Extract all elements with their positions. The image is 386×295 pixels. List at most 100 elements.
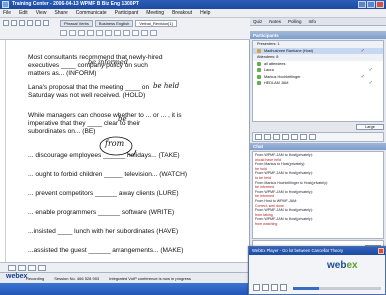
participants-title[interactable]: Participants	[250, 32, 386, 39]
no-icon[interactable]	[273, 134, 280, 140]
thumbnail-icon[interactable]	[150, 30, 157, 36]
away-icon[interactable]	[309, 134, 316, 140]
audio-status: Integrated VoIP conference is now in pro…	[109, 276, 191, 281]
participants-footer: Large	[252, 123, 384, 131]
webex-logo: webex	[6, 273, 28, 280]
player-title: WebEx Player - Go lot between Cancellat …	[249, 247, 385, 255]
margin-line	[5, 40, 6, 262]
panel-tabs: Quiz Notes Polling Info	[250, 18, 386, 26]
attendee-icon	[257, 68, 261, 73]
chat-title[interactable]: Chat	[250, 143, 386, 150]
tab-info[interactable]: Info	[309, 18, 317, 25]
eraser-icon[interactable]	[114, 30, 121, 36]
document-tabs: Phrasal Verbs Business English Verbal_Re…	[60, 20, 177, 27]
next-page-icon[interactable]	[18, 265, 26, 271]
toolbar-icons	[3, 20, 49, 26]
raise-hand-icon[interactable]	[255, 134, 262, 140]
menu-meeting[interactable]: Meeting	[146, 9, 164, 17]
whiteboard-content[interactable]: Most consultants recommend that newly-hi…	[0, 40, 250, 262]
highlighter-icon[interactable]	[96, 30, 103, 36]
right-panel: Quiz Notes Polling Info Participants Pre…	[250, 18, 386, 272]
close-button[interactable]	[376, 1, 384, 8]
menu-communicate[interactable]: Communicate	[76, 9, 107, 17]
handwritten-be: be	[118, 115, 127, 123]
tab-quiz[interactable]: Quiz	[253, 18, 262, 25]
window-title-bar: Training Center - 2006-04-13 WPMF B Biz …	[0, 0, 386, 9]
attendee-icon	[257, 74, 261, 79]
handwritten-circle-icon	[99, 136, 137, 156]
menu-view[interactable]: View	[36, 9, 47, 17]
volume-icon[interactable]	[280, 284, 287, 291]
new-icon[interactable]	[3, 20, 9, 26]
laugh-icon[interactable]	[282, 134, 289, 140]
window-title: Training Center - 2006-04-13 WPMF B Biz …	[12, 1, 139, 7]
exercise-line-5: Saturday was not well received. (HOLD)	[28, 92, 146, 99]
page-nav-icon[interactable]	[132, 30, 139, 36]
menu-bar: File Edit View Share Communicate Partici…	[0, 9, 386, 18]
tab-notes[interactable]: Notes	[269, 18, 281, 25]
chat-line: from watching	[255, 221, 278, 226]
menu-help[interactable]: Help	[200, 9, 210, 17]
window-controls	[358, 1, 384, 8]
speed-icon[interactable]	[300, 134, 307, 140]
menu-file[interactable]: File	[3, 9, 11, 17]
menu-edit[interactable]: Edit	[19, 9, 28, 17]
exercise-line-3: matters as... (INFORM)	[28, 70, 97, 77]
player-progress-bar[interactable]	[293, 287, 381, 290]
app-icon	[2, 1, 9, 8]
menu-participant[interactable]: Participant	[115, 9, 139, 17]
attendee-icon	[257, 81, 261, 86]
annotation-tools	[60, 30, 157, 36]
panel-tools	[252, 132, 384, 142]
size-dropdown[interactable]: Large	[356, 124, 384, 130]
participant-row[interactable]: HEDLAM JAM ✓	[253, 80, 383, 87]
sync-icon[interactable]	[38, 265, 46, 271]
rectangle-tool-icon[interactable]	[87, 30, 94, 36]
exercise-line-14: ...assisted the guest ______ arrangement…	[28, 247, 184, 254]
open-icon[interactable]	[11, 20, 17, 26]
save-icon[interactable]	[19, 20, 25, 26]
recording-status: Recording	[26, 276, 45, 281]
handwritten-be-informed: be informed	[88, 58, 128, 66]
maximize-button[interactable]	[367, 1, 375, 8]
prev-page-icon[interactable]	[8, 265, 16, 271]
player-progress-fill	[293, 287, 320, 290]
play-icon[interactable]	[253, 284, 260, 291]
menu-breakout[interactable]: Breakout	[172, 9, 192, 17]
tab-polling[interactable]: Polling	[288, 18, 302, 25]
redo-icon[interactable]	[43, 20, 49, 26]
text-tool-icon[interactable]	[69, 30, 76, 36]
exercise-line-8: subordinates on... (BE)	[28, 128, 96, 135]
stop-icon[interactable]	[271, 284, 278, 291]
handwritten-be-held: be held	[153, 82, 180, 90]
pointer-icon[interactable]	[60, 30, 67, 36]
color-picker-icon[interactable]	[105, 30, 112, 36]
exercise-line-4: Lana's proposal that the meeting ____ on	[28, 84, 150, 91]
minimize-button[interactable]	[358, 1, 366, 8]
whiteboard-bottom-bar	[0, 262, 250, 272]
yes-icon[interactable]	[264, 134, 271, 140]
player-logo: webex	[327, 260, 358, 271]
menu-share[interactable]: Share	[54, 9, 67, 17]
exercise-line-6: While managers can choose whether to ...…	[28, 112, 182, 119]
tab-business-english[interactable]: Business English	[94, 20, 134, 27]
session-number: Session No. 466 528 903	[54, 276, 100, 281]
fit-page-icon[interactable]	[141, 30, 148, 36]
zoom-icon[interactable]	[123, 30, 130, 36]
print-icon[interactable]	[27, 20, 33, 26]
line-tool-icon[interactable]	[78, 30, 85, 36]
bottom-bar-icons	[8, 265, 46, 271]
pause-icon[interactable]	[262, 284, 269, 291]
exercise-line-12: ... enable programmers ______ software (…	[28, 209, 175, 216]
participants-list: Presenters: 1 Madhushree Ranhane (Host) …	[252, 40, 384, 122]
player-close-button[interactable]	[378, 248, 384, 254]
page-list-icon[interactable]	[28, 265, 36, 271]
tab-verbal-revision[interactable]: Verbal_Revision[1]	[135, 20, 177, 27]
chat-log: From WPMF-JAM to Host(privately): would …	[252, 151, 384, 239]
attendee-icon	[257, 61, 261, 66]
exercise-line-10: ... ought to forbid children _____ telev…	[28, 171, 188, 178]
undo-icon[interactable]	[35, 20, 41, 26]
applause-icon[interactable]	[291, 134, 298, 140]
whiteboard-toolbar: Phrasal Verbs Business English Verbal_Re…	[0, 18, 250, 40]
tab-phrasal-verbs[interactable]: Phrasal Verbs	[60, 20, 93, 27]
